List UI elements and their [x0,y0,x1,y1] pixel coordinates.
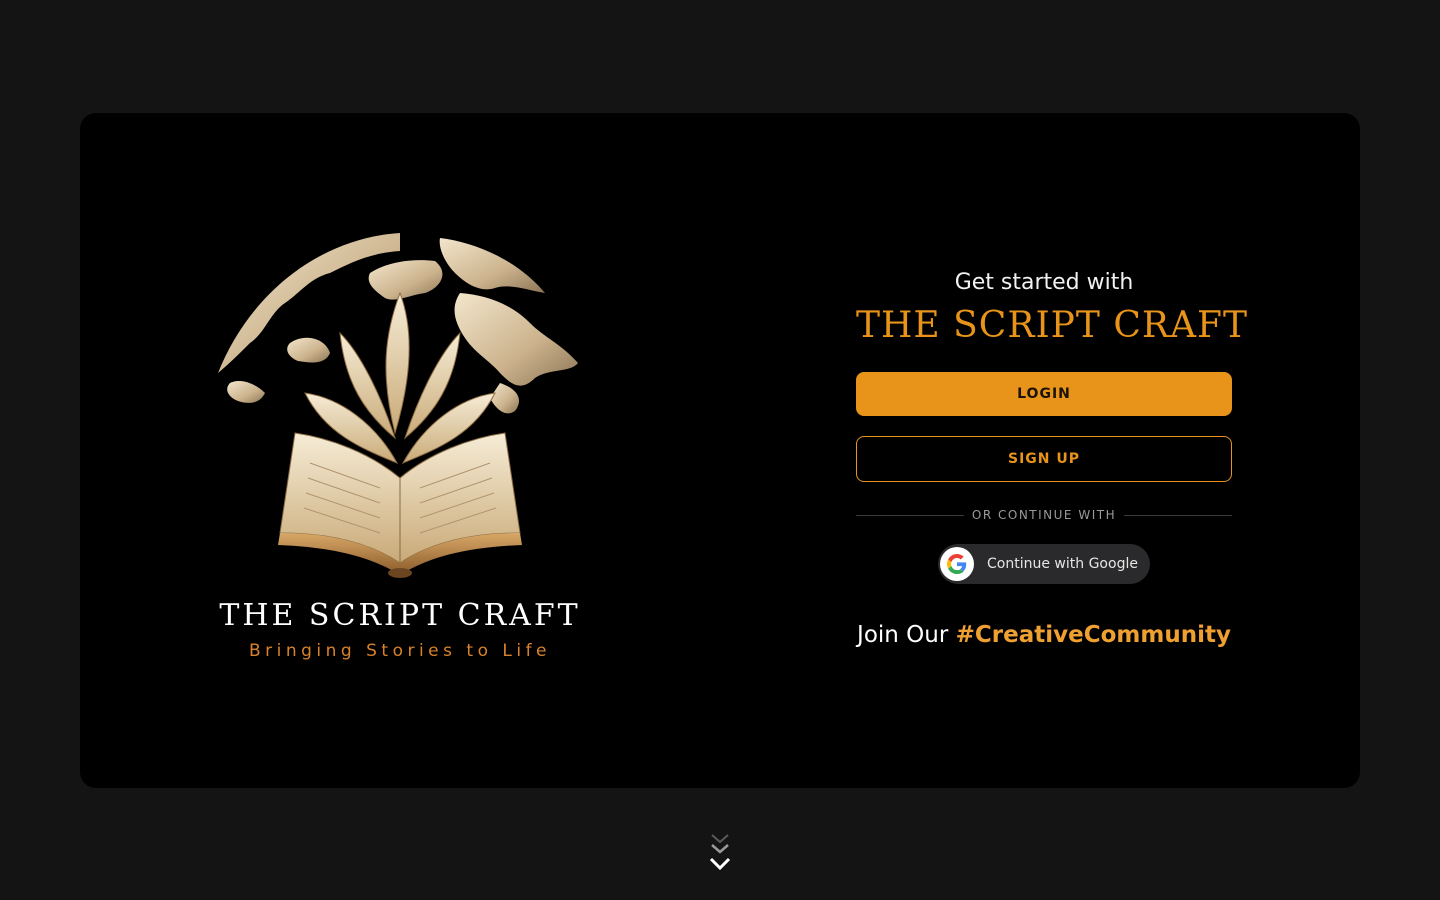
divider-text: OR CONTINUE WITH [971,508,1117,522]
login-button[interactable]: LOGIN [856,372,1232,416]
google-signin-button[interactable]: Continue with Google [938,544,1150,584]
divider-line-right [1124,514,1232,516]
join-prefix: Join Our [857,622,956,648]
brand-title: THE SCRIPT CRAFT [856,305,1248,346]
globe-book-icon [218,233,578,578]
community-hashtag[interactable]: #CreativeCommunity [956,622,1231,648]
signup-button[interactable]: SIGN UP [856,436,1232,482]
get-started-heading: Get started with [954,270,1134,295]
auth-panel: Get started with THE SCRIPT CRAFT LOGIN … [856,268,1248,648]
brand-logo: THE SCRIPT CRAFT Bringing Stories to Lif… [210,233,590,673]
divider-line-left [856,514,964,516]
or-divider: OR CONTINUE WITH [856,508,1232,522]
google-button-label: Continue with Google [987,556,1138,572]
login-card: THE SCRIPT CRAFT Bringing Stories to Lif… [80,113,1360,788]
join-community: Join Our #CreativeCommunity [856,622,1232,648]
scroll-down-button[interactable] [680,820,760,900]
chevron-double-down-icon [709,834,731,871]
google-row: Continue with Google [856,544,1232,584]
logo-tagline: Bringing Stories to Life [248,641,552,661]
logo-title: THE SCRIPT CRAFT [219,598,581,633]
google-icon [940,547,975,581]
